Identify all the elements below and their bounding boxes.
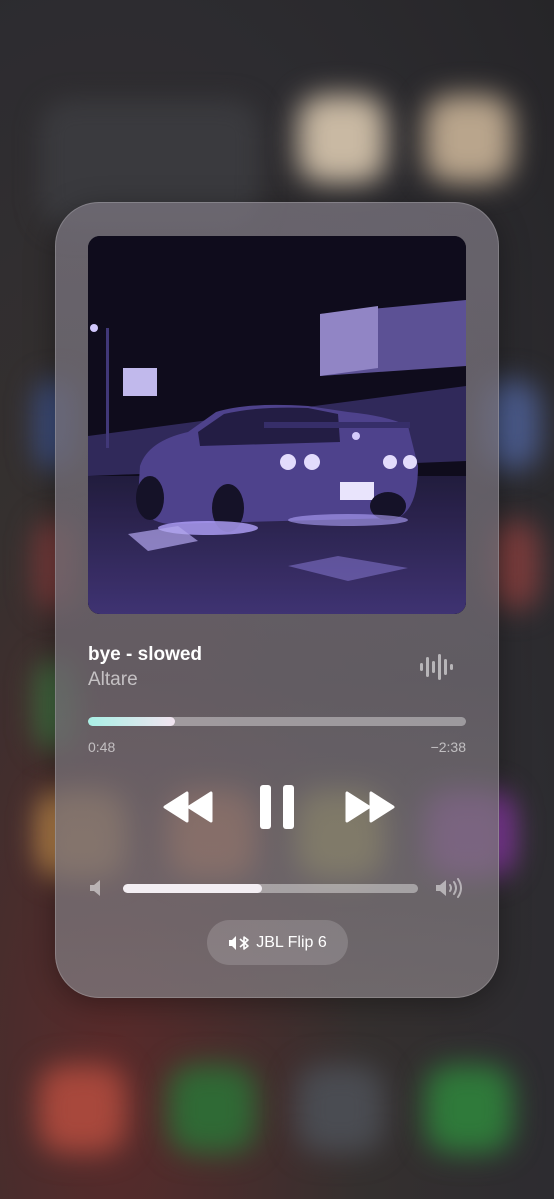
rewind-button[interactable] [157,782,221,832]
fast-forward-icon [345,791,395,823]
remaining-time: −2:38 [430,739,466,755]
output-device-button[interactable]: JBL Flip 6 [207,920,348,965]
output-device-label: JBL Flip 6 [256,933,327,951]
blurred-dock-icon [425,1065,513,1153]
volume-level-fill [123,884,262,893]
fast-forward-button[interactable] [337,782,401,832]
pause-button[interactable] [249,782,305,832]
blurred-dock-icon [296,1065,384,1153]
pause-icon [260,785,294,829]
track-title: bye - slowed [88,644,203,665]
now-playing-card: bye - slowed Altare 0:48 −2:38 JBL Flip … [55,202,499,998]
playback-scrubber[interactable] [88,717,466,726]
bluetooth-speaker-icon [229,935,250,950]
blurred-dock-icon [168,1065,256,1153]
blurred-app-icon [298,95,386,183]
playback-progress-fill [88,717,175,726]
track-artist[interactable]: Altare [88,669,138,691]
rewind-icon [163,791,213,823]
volume-slider[interactable] [123,884,418,893]
blurred-app-icon [425,95,513,183]
album-artwork[interactable] [88,236,466,614]
waveform-icon[interactable] [419,654,453,680]
volume-low-icon [90,880,100,896]
blurred-dock-icon [38,1065,126,1153]
volume-high-icon [436,878,462,898]
elapsed-time: 0:48 [88,739,116,755]
